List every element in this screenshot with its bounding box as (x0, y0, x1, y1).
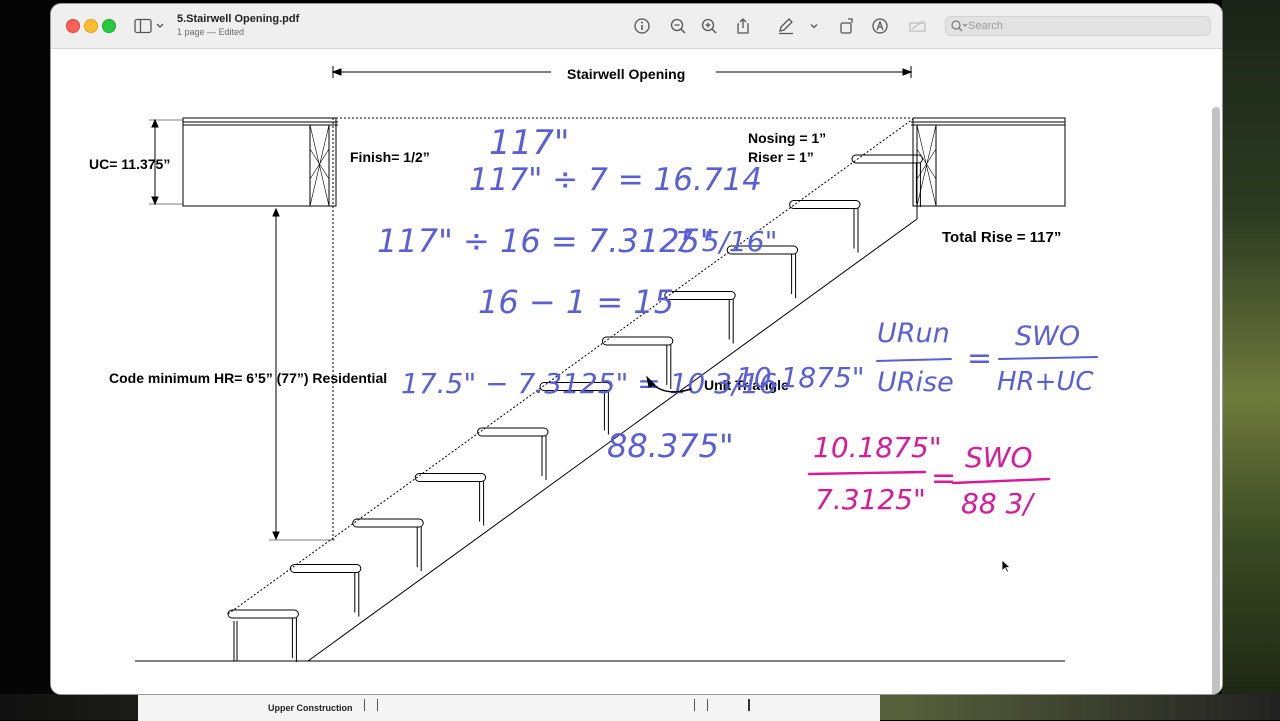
markup-circle-icon[interactable] (869, 15, 891, 37)
background-window-label: Upper Construction (268, 703, 353, 713)
sidebar-icon (134, 18, 164, 34)
desktop-wallpaper (1222, 0, 1280, 720)
markup-pen-icon[interactable] (775, 15, 797, 37)
document-title[interactable]: 5.Stairwell Opening.pdf (177, 13, 299, 25)
search-icon (950, 19, 970, 33)
close-button[interactable] (66, 19, 80, 33)
background-drawing-mark (364, 699, 378, 711)
fraction-bar (951, 477, 1051, 485)
search-input[interactable] (968, 18, 1204, 34)
fraction-bar (807, 470, 927, 476)
mouse-pointer-icon (1001, 559, 1012, 573)
preview-window: 5.Stairwell Opening.pdf 1 page — Edited (51, 4, 1222, 694)
handwriting-strokes (646, 356, 1098, 485)
share-icon[interactable] (732, 15, 754, 37)
fraction-bar (876, 358, 952, 362)
background-window[interactable]: Upper Construction (138, 694, 880, 721)
unit-triangle-leader (650, 382, 692, 393)
desktop-background-left (0, 0, 50, 720)
pdf-page[interactable]: Stairwell Opening UC= 11.375” Finish= 1/… (51, 49, 1222, 694)
maximize-button[interactable] (102, 19, 116, 33)
vertical-scrollbar[interactable] (1212, 107, 1220, 694)
annotate-icon[interactable] (907, 15, 929, 37)
zoom-out-icon[interactable] (667, 15, 689, 37)
fraction-bar (998, 356, 1098, 360)
search-field[interactable] (945, 16, 1211, 36)
document-status: 1 page — Edited (177, 27, 245, 37)
chevron-down-icon[interactable] (803, 15, 825, 37)
minimize-button[interactable] (84, 19, 98, 33)
zoom-in-icon[interactable] (698, 15, 720, 37)
background-drawing-mark (748, 699, 762, 711)
background-drawing-mark (694, 699, 708, 711)
info-icon[interactable] (631, 15, 653, 37)
titlebar: 5.Stairwell Opening.pdf 1 page — Edited (51, 4, 1222, 49)
rotate-icon[interactable] (836, 15, 858, 37)
sidebar-toggle-button[interactable] (133, 17, 167, 35)
